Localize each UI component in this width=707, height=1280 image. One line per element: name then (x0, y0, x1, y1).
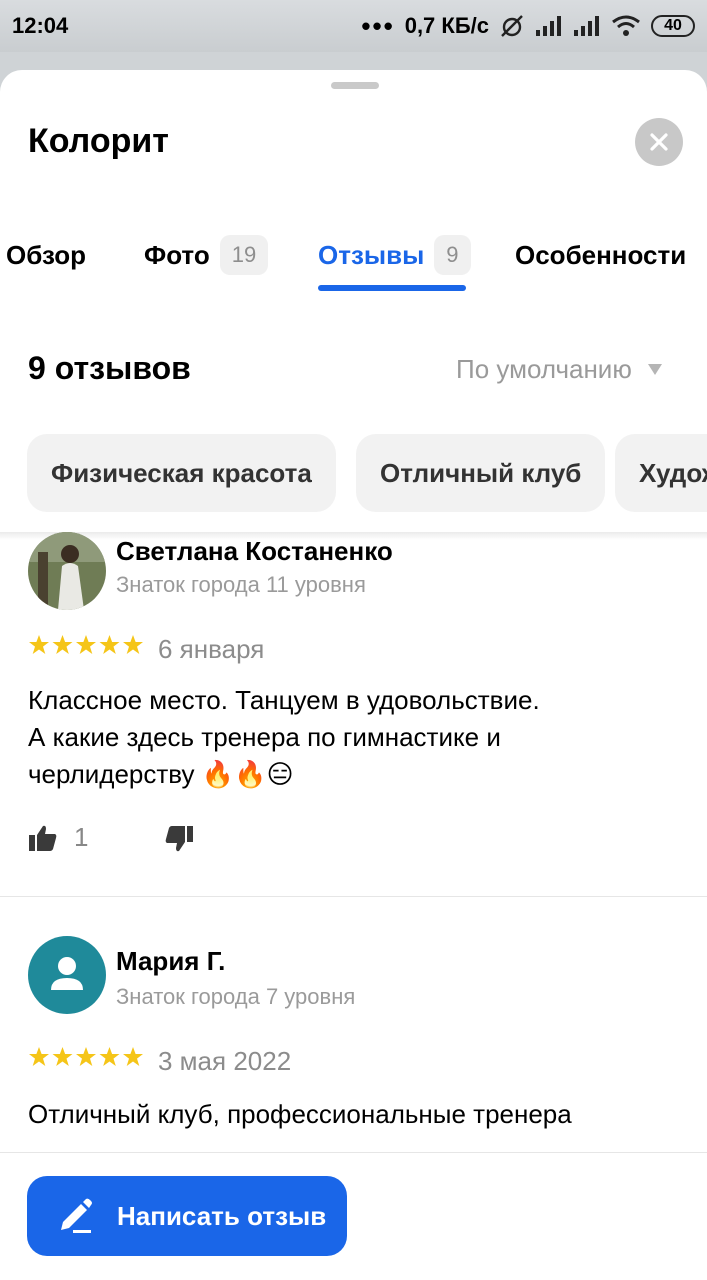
rating-stars (28, 1046, 144, 1068)
status-icons: ••• 0,7 КБ/с 40 (361, 13, 695, 39)
review-author[interactable]: Светлана Костаненко (116, 536, 393, 567)
review-text-line: Отличный клуб, профессиональные тренера (28, 1099, 572, 1129)
sheet-grabber[interactable] (331, 82, 379, 89)
author-level: Знаток города 7 уровня (116, 984, 356, 1009)
close-button[interactable] (635, 118, 683, 166)
avatar[interactable] (28, 936, 106, 1014)
triangle-down-icon (647, 363, 662, 375)
bottom-divider (0, 1152, 707, 1153)
network-speed: 0,7 КБ/с (404, 13, 489, 38)
active-tab-indicator (318, 285, 466, 291)
status-bar: 12:04 ••• 0,7 КБ/с 40 (0, 0, 707, 52)
tab-label: Обзор (6, 239, 86, 270)
author-level: Знаток города 11 уровня (116, 572, 366, 597)
user-icon (51, 957, 83, 990)
tab-label: Фото (144, 239, 210, 270)
wifi-icon (612, 15, 640, 36)
tab-features[interactable]: Особенности (515, 235, 686, 275)
place-title: Колорит (28, 122, 169, 160)
thumbs-up-icon (29, 825, 57, 851)
write-review-button[interactable]: Написать отзыв (27, 1176, 347, 1256)
avatar[interactable] (28, 532, 106, 610)
tab-count-badge: 19 (219, 235, 269, 275)
like-button[interactable]: 1 (28, 822, 88, 853)
close-icon (650, 133, 668, 151)
signal-icon-2 (574, 16, 599, 36)
pencil-icon (61, 1198, 92, 1233)
review-text-line: Классное место. Танцуем в удовольствие. (28, 685, 540, 715)
reviews-count: 9 отзывов (28, 350, 191, 386)
sort-label: По умолчанию (456, 354, 632, 384)
signal-icon-1 (536, 16, 561, 36)
tab-label: Отзывы (318, 239, 425, 270)
star-icons (29, 635, 143, 654)
review-card: Светлана Костаненко Знаток города 11 уро… (0, 532, 707, 898)
review-tag-chips: Физическая красота Отличный клуб Худож (27, 434, 707, 512)
star-icons (29, 1047, 143, 1066)
tab-overview[interactable]: Обзор (6, 235, 86, 275)
tab-photos[interactable]: Фото 19 (144, 235, 269, 275)
review-card: Мария Г. Знаток города 7 уровня 3 мая 20… (0, 936, 707, 1136)
review-author[interactable]: Мария Г. (116, 946, 225, 977)
review-text-line: А какие здесь тренера по гимнастике и (28, 722, 501, 752)
tab-label: Особенности (515, 239, 687, 270)
place-sheet: Колорит Обзор Фото 19 Отзывы 9 Особеннос… (0, 70, 707, 1280)
write-review-label: Написать отзыв (117, 1200, 327, 1231)
alarm-off-icon (501, 15, 523, 37)
thumbs-down-icon (165, 826, 193, 852)
chip-physical-beauty[interactable]: Физическая красота (27, 434, 336, 512)
review-text-line: черлидерству 🔥🔥😑 (28, 759, 294, 789)
battery-icon: 40 (651, 15, 695, 37)
status-time: 12:04 (12, 13, 69, 38)
rating-stars (28, 634, 144, 656)
review-date: 6 января (158, 634, 265, 664)
chip-great-club[interactable]: Отличный клуб (356, 434, 606, 512)
sort-dropdown[interactable]: По умолчанию (456, 354, 662, 385)
chip-label: Отличный клуб (380, 457, 582, 488)
review-date: 3 мая 2022 (158, 1046, 292, 1076)
like-count: 1 (74, 822, 89, 852)
tab-reviews[interactable]: Отзывы 9 (318, 235, 471, 275)
tab-count-badge: 9 (434, 235, 471, 275)
tabs-bar: Обзор Фото 19 Отзывы 9 Особенности (0, 235, 707, 295)
avatar-photo-icon (28, 532, 106, 610)
review-divider (0, 896, 707, 897)
review-text: Классное место. Танцуем в удовольствие. … (28, 682, 668, 793)
review-text: Отличный клуб, профессиональные тренера (28, 1096, 668, 1133)
more-notifications-icon: ••• (361, 11, 395, 41)
chip-label: Физическая красота (51, 457, 312, 488)
chip-label: Худож (639, 457, 707, 488)
dislike-button[interactable] (164, 824, 194, 859)
chip-art[interactable]: Худож (615, 434, 707, 512)
